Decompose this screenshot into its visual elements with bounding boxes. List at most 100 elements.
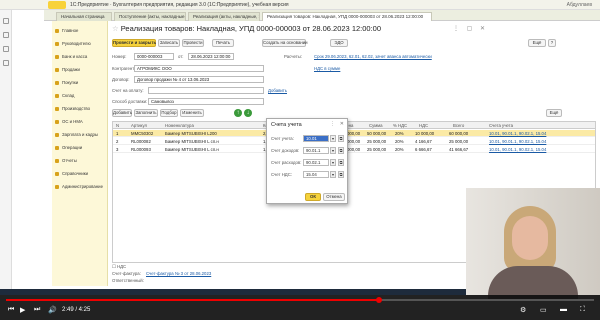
vat-amount-link[interactable]: НДС в сумме — [314, 66, 340, 71]
favorites-icon[interactable] — [3, 46, 9, 52]
number-field[interactable]: 0000-000003 — [134, 53, 174, 60]
ok-button[interactable]: ОК — [305, 193, 321, 201]
delivery-field[interactable]: Самовывоз — [148, 98, 264, 105]
progress-handle[interactable] — [376, 297, 382, 303]
menu-icon[interactable] — [3, 18, 9, 24]
open-icon[interactable]: ⧉ — [338, 135, 344, 142]
video-progress[interactable] — [6, 297, 594, 303]
tab-purchases[interactable]: Поступление (акты, накладные, УПД) — [114, 12, 186, 21]
report-icon — [55, 158, 59, 163]
settings-icon[interactable]: ⚙ — [520, 306, 526, 314]
form-footer: ☐ НДС Счет-фактура: Счет-фактура № 3 от … — [108, 258, 488, 286]
open-icon[interactable]: ⧉ — [338, 147, 344, 154]
user-name[interactable]: Абдуллаев — [567, 2, 592, 8]
sidebar-item-manager[interactable]: Руководителю — [55, 41, 91, 49]
settlements-link[interactable]: Срок 29.06.2023, 62.01, 62.02, зачет ава… — [314, 54, 432, 59]
chart-icon — [55, 41, 59, 46]
dropdown-icon[interactable]: ▾ — [330, 135, 336, 142]
book-icon — [55, 171, 59, 176]
open-icon[interactable]: ⧉ — [338, 171, 344, 178]
post-button[interactable]: Провести — [182, 39, 204, 47]
page-title: ☆ Реализация товаров: Накладная, УПД 0000… — [112, 24, 382, 33]
expense-account-label: Счет расходов: — [271, 160, 302, 165]
vat-account-field[interactable]: 15.04 — [303, 171, 329, 178]
sidebar-item-assets[interactable]: ОС и НМА — [55, 119, 83, 127]
add-row-button[interactable]: Добавить — [112, 109, 132, 117]
account-field[interactable]: 10.01 — [303, 135, 329, 142]
prev-icon[interactable]: ⏮ — [8, 306, 14, 314]
cancel-button[interactable]: Отмена — [323, 193, 345, 201]
contract-field[interactable]: Договор продажи № 4 от 13.06.2023 — [134, 76, 264, 83]
add-invoice-link[interactable]: Добавить — [268, 88, 287, 93]
sidebar: Главное Руководителю Банк и касса Продаж… — [52, 21, 108, 286]
gear-icon — [55, 184, 59, 189]
settlements-label: Расчеты: — [284, 54, 302, 59]
selection-button[interactable]: Подбор — [160, 109, 178, 117]
tab-home[interactable]: Начальная страница — [56, 12, 112, 21]
star-icon[interactable]: ☆ — [112, 24, 119, 33]
sidebar-item-admin[interactable]: Администрирование — [55, 184, 103, 192]
responsible-label: Ответственный: — [112, 278, 144, 283]
more-button[interactable]: Ещё — [528, 39, 546, 47]
grid-more-button[interactable]: Ещё — [546, 109, 562, 117]
help-button[interactable]: ? — [548, 39, 556, 47]
sidebar-item-operations[interactable]: Операции — [55, 145, 82, 153]
sidebar-item-catalogs[interactable]: Справочники — [55, 171, 88, 179]
move-up-icon[interactable]: ↑ — [234, 109, 242, 117]
dropdown-icon[interactable]: ▾ — [330, 147, 336, 154]
sidebar-item-sales[interactable]: Продажи — [55, 67, 80, 75]
assets-icon — [55, 119, 59, 124]
dropdown-icon[interactable]: ▾ — [330, 171, 336, 178]
sidebar-item-salary[interactable]: Зарплата и кадры — [55, 132, 98, 140]
create-based-on-button[interactable]: Создать на основании — [262, 39, 308, 47]
sidebar-item-reports[interactable]: Отчеты — [55, 158, 77, 166]
move-down-icon[interactable]: ↓ — [244, 109, 252, 117]
post-and-close-button[interactable]: Провести и закрыть — [112, 39, 156, 47]
number-label: Номер: — [112, 54, 127, 59]
sidebar-item-bank[interactable]: Банк и касса — [55, 54, 87, 62]
invoice-label: Счет на оплату: — [112, 88, 144, 93]
app-title: 1С:Предприятие · Бухгалтерия предприятия… — [70, 2, 289, 8]
window-controls[interactable]: ⋮ ▢ ✕ — [453, 25, 488, 32]
bank-icon — [55, 54, 59, 59]
tab-sales[interactable]: Реализация (акты, накладные, УПД) — [188, 12, 260, 21]
sidebar-item-production[interactable]: Производство — [55, 106, 90, 114]
fill-button[interactable]: Заполнить — [134, 109, 158, 117]
sidebar-item-main[interactable]: Главное — [55, 28, 78, 36]
close-icon[interactable]: ✕ — [340, 121, 344, 127]
vat-checkbox[interactable]: ☐ НДС — [112, 264, 126, 270]
people-icon — [55, 132, 59, 137]
app-titlebar: 1С:Предприятие · Бухгалтерия предприятия… — [0, 0, 600, 10]
invoice-link[interactable]: Счет-фактура № 3 от 28.06.2023 — [146, 271, 211, 276]
invoice-field[interactable] — [148, 87, 264, 94]
sidebar-item-purchases[interactable]: Покупки — [55, 80, 78, 88]
fullscreen-icon[interactable]: ⛶ — [580, 306, 585, 314]
income-account-field[interactable]: 90.01.1 — [303, 147, 329, 154]
sidebar-item-warehouse[interactable]: Склад — [55, 93, 74, 101]
factory-icon — [55, 106, 59, 111]
volume-icon[interactable]: 🔊 — [48, 306, 57, 314]
delivery-label: Способ доставки: — [112, 99, 148, 104]
dialog-menu-icon[interactable]: ⋮ — [330, 121, 335, 127]
next-icon[interactable]: ⏭ — [34, 306, 40, 314]
sales-icon — [55, 67, 59, 72]
open-icon[interactable]: ⧉ — [338, 159, 344, 166]
print-button[interactable]: Печать — [212, 39, 234, 47]
play-icon[interactable]: ▶ — [20, 306, 25, 314]
pip-icon[interactable]: ▭ — [540, 306, 547, 314]
counterparty-field[interactable]: АГРОМИКС ООО — [134, 65, 264, 72]
save-button[interactable]: Записать — [158, 39, 180, 47]
dropdown-icon[interactable]: ▾ — [330, 159, 336, 166]
edo-button[interactable]: ЭДО — [330, 39, 348, 47]
tab-current-doc[interactable]: Реализация товаров: Накладная, УПД 0000-… — [262, 12, 432, 21]
invoice-footer-label: Счет-фактура: — [112, 271, 141, 276]
presenter-video — [466, 188, 600, 300]
home-icon — [55, 28, 59, 33]
edit-button[interactable]: Изменить — [180, 109, 204, 117]
theater-icon[interactable]: ▬ — [560, 306, 567, 313]
search-icon[interactable] — [3, 60, 9, 66]
contract-label: Договор: — [112, 77, 130, 82]
expense-account-field[interactable]: 90.02.1 — [303, 159, 329, 166]
date-field[interactable]: 28.06.2023 12:00:00 — [188, 53, 234, 60]
history-icon[interactable] — [3, 32, 9, 38]
